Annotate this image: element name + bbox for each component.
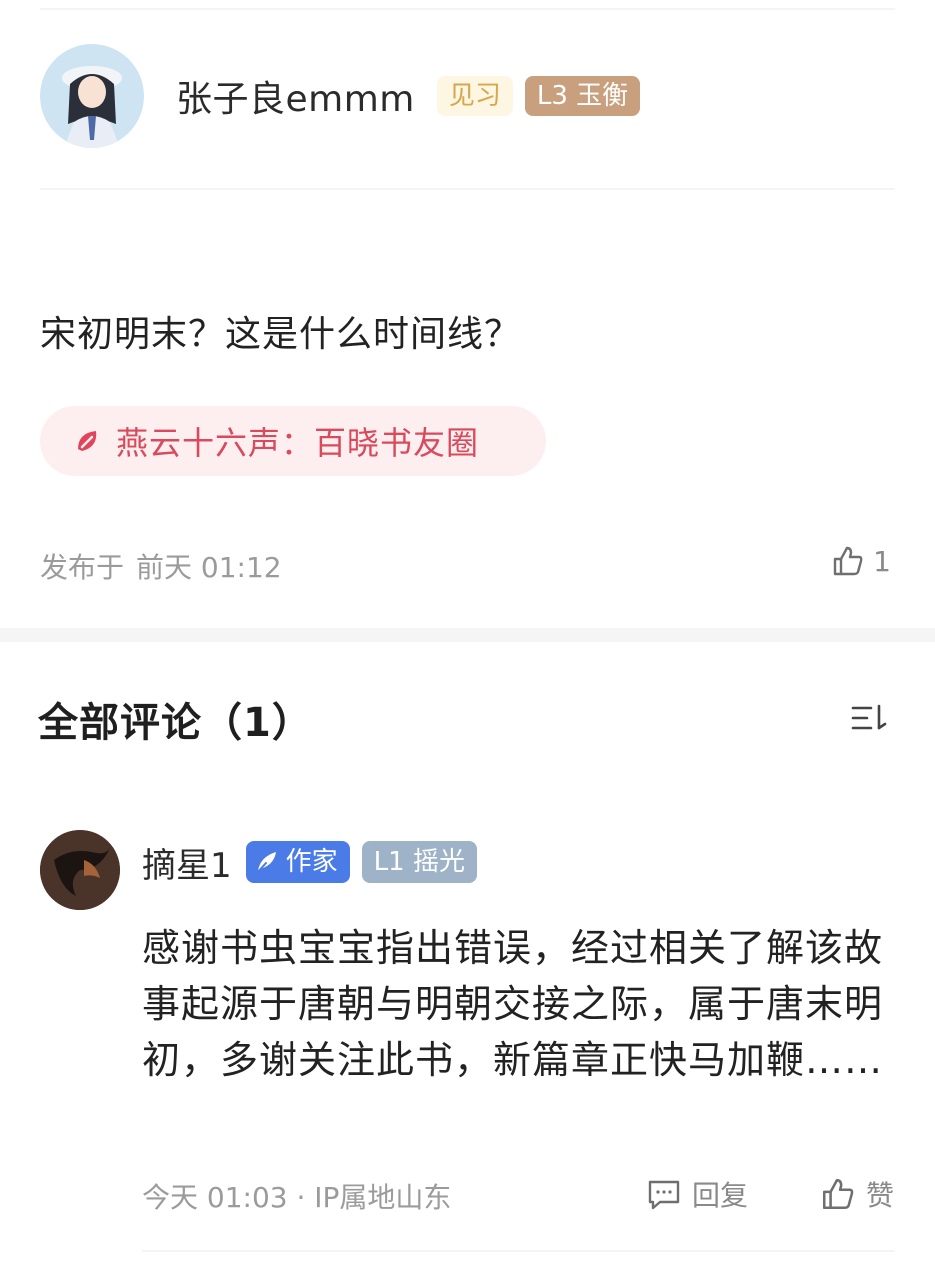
reply-button[interactable]: 回复 bbox=[646, 1174, 748, 1214]
topic-leaf-icon bbox=[78, 431, 97, 451]
feather-icon bbox=[255, 852, 276, 874]
post-meta: 发布于 前天 01:12 bbox=[40, 546, 282, 586]
writer-badge-label: 作家 bbox=[285, 847, 338, 877]
author-name[interactable]: 张子良emmm bbox=[176, 70, 415, 122]
like-label: 赞 bbox=[866, 1179, 895, 1212]
comment-body: 感谢书虫宝宝指出错误，经过相关了解该故事起源于唐朝与明朝交接之际，属于唐末明初，… bbox=[142, 926, 884, 1082]
intern-badge: 见习 bbox=[436, 76, 513, 116]
post-like-count: 1 bbox=[873, 544, 891, 578]
section-divider bbox=[0, 628, 935, 642]
commenter-level-badge: L1 摇光 bbox=[361, 841, 477, 883]
topic-label: 燕云十六声：百晓书友圈 bbox=[116, 424, 480, 462]
post-header: 张子良emmm 见习 L3 玉衡 bbox=[40, 44, 641, 148]
commenter-avatar[interactable] bbox=[40, 830, 120, 910]
commenter-name[interactable]: 摘星1 bbox=[142, 838, 232, 887]
published-time: 前天 01:12 bbox=[136, 551, 282, 584]
chat-bubble-icon bbox=[648, 1180, 680, 1210]
comments-title: 全部评论（1） bbox=[38, 700, 313, 746]
comment-head: 摘星1 作家 L1 摇光 bbox=[142, 838, 477, 887]
top-divider bbox=[40, 8, 895, 10]
author-avatar[interactable] bbox=[40, 44, 144, 148]
comment-like-button[interactable]: 赞 bbox=[820, 1174, 894, 1214]
post-like-button[interactable]: 1 bbox=[831, 544, 891, 578]
comment-meta: 今天 01:03 · IP属地山东 bbox=[142, 1181, 452, 1214]
thumbs-up-icon bbox=[833, 546, 863, 576]
header-divider bbox=[40, 188, 895, 190]
sort-icon[interactable] bbox=[849, 702, 889, 734]
bottom-divider bbox=[142, 1250, 895, 1252]
post-text: 宋初明末？这是什么时间线？ bbox=[40, 314, 522, 355]
reply-label: 回复 bbox=[692, 1179, 749, 1212]
thumbs-up-icon bbox=[822, 1178, 854, 1210]
published-label: 发布于 bbox=[40, 551, 125, 584]
writer-badge: 作家 bbox=[245, 841, 350, 883]
level-badge: L3 玉衡 bbox=[524, 76, 641, 116]
topic-chip[interactable]: 燕云十六声：百晓书友圈 bbox=[40, 406, 546, 476]
